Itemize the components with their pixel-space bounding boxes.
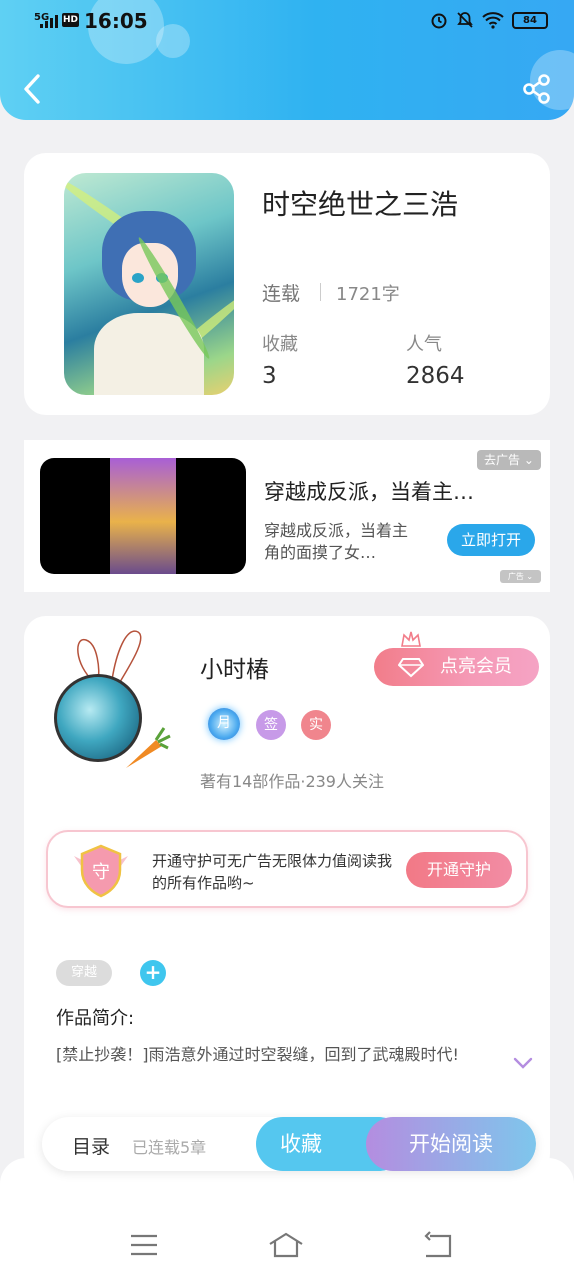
intro-text: [禁止抄袭！]雨浩意外通过时空裂缝，回到了武魂殿时代! bbox=[56, 1045, 459, 1064]
shield-label: 守 bbox=[92, 862, 110, 883]
popularity-value: 2864 bbox=[406, 363, 465, 389]
ad-video-thumbnail[interactable] bbox=[40, 458, 246, 574]
home-icon[interactable] bbox=[268, 1230, 304, 1260]
carrot-decoration bbox=[126, 727, 171, 768]
genre-tag[interactable]: 穿越 bbox=[56, 960, 112, 986]
remove-ad-label: 去广告 bbox=[484, 453, 521, 467]
book-info-card: 时空绝世之三浩 连载 1721字 收藏 3 人气 2864 bbox=[24, 153, 550, 415]
crown-icon bbox=[401, 631, 421, 647]
popularity-label: 人气 bbox=[406, 334, 442, 355]
book-word-count: 1721字 bbox=[336, 284, 400, 305]
return-icon[interactable] bbox=[420, 1230, 456, 1260]
ad-description: 穿越成反派，当着主角的面摸了女… bbox=[264, 521, 409, 562]
remove-ad-button[interactable]: 去广告 ⌄ bbox=[477, 450, 541, 470]
diamond-icon bbox=[398, 658, 424, 678]
back-icon[interactable] bbox=[20, 73, 44, 105]
ad-banner[interactable]: 穿越成反派，当着主… 穿越成反派，当着主角的面摸了女… 立即打开 去广告 ⌄ 广… bbox=[24, 440, 550, 592]
ad-title: 穿越成反派，当着主… bbox=[264, 480, 474, 504]
author-card: 小时椿 点亮会员 月 签 实 著有14部作品·239人关注 守 开通守护可无广告… bbox=[24, 616, 550, 1176]
wifi-icon bbox=[482, 12, 504, 29]
status-time: 16:05 bbox=[84, 9, 148, 33]
chapter-count: 已连载5章 bbox=[132, 1138, 207, 1157]
share-icon[interactable] bbox=[522, 73, 552, 105]
verified-badge[interactable]: 实 bbox=[301, 710, 331, 740]
add-tag-button[interactable]: + bbox=[140, 960, 166, 986]
system-nav-bar bbox=[0, 1158, 574, 1280]
ad-mark: 广告 ⌄ bbox=[500, 570, 541, 583]
author-stats: 著有14部作品·239人关注 bbox=[200, 772, 384, 791]
toc-button[interactable]: 目录 bbox=[72, 1132, 110, 1159]
book-title: 时空绝世之三浩 bbox=[262, 188, 459, 221]
ad-mark-label: 广告 bbox=[507, 572, 524, 581]
guard-text: 开通守护可无广告无限体力值阅读我的所有作品哟~ bbox=[152, 852, 393, 892]
open-guard-button[interactable]: 开通守护 bbox=[406, 852, 512, 888]
mute-icon bbox=[457, 12, 473, 28]
start-reading-button[interactable]: 开始阅读 bbox=[366, 1117, 536, 1171]
author-name: 小时椿 bbox=[200, 657, 269, 683]
header-bar: 5G HD 16:05 84 bbox=[0, 0, 574, 120]
divider bbox=[320, 283, 321, 301]
moon-badge[interactable]: 月 bbox=[208, 708, 240, 740]
book-status: 连载 bbox=[262, 283, 301, 305]
hd-badge: HD bbox=[62, 13, 79, 27]
alarm-icon bbox=[431, 13, 447, 29]
book-cover-image[interactable] bbox=[64, 173, 234, 395]
signed-badge[interactable]: 签 bbox=[256, 710, 286, 740]
signal-icon bbox=[40, 14, 58, 28]
status-bar: 5G HD 16:05 84 bbox=[0, 8, 574, 36]
menu-icon[interactable] bbox=[126, 1230, 162, 1260]
intro-label: 作品简介: bbox=[56, 1008, 135, 1029]
bottom-action-bar: 目录 已连载5章 收藏 开始阅读 bbox=[42, 1117, 536, 1171]
favorites-value: 3 bbox=[262, 363, 277, 389]
battery-indicator: 84 bbox=[512, 11, 548, 29]
shield-icon: 守 bbox=[74, 844, 128, 898]
favorites-label: 收藏 bbox=[262, 334, 298, 355]
ad-open-button[interactable]: 立即打开 bbox=[447, 524, 535, 556]
chevron-down-icon[interactable] bbox=[512, 1056, 534, 1070]
guard-banner[interactable]: 守 开通守护可无广告无限体力值阅读我的所有作品哟~ 开通守护 bbox=[46, 830, 528, 908]
